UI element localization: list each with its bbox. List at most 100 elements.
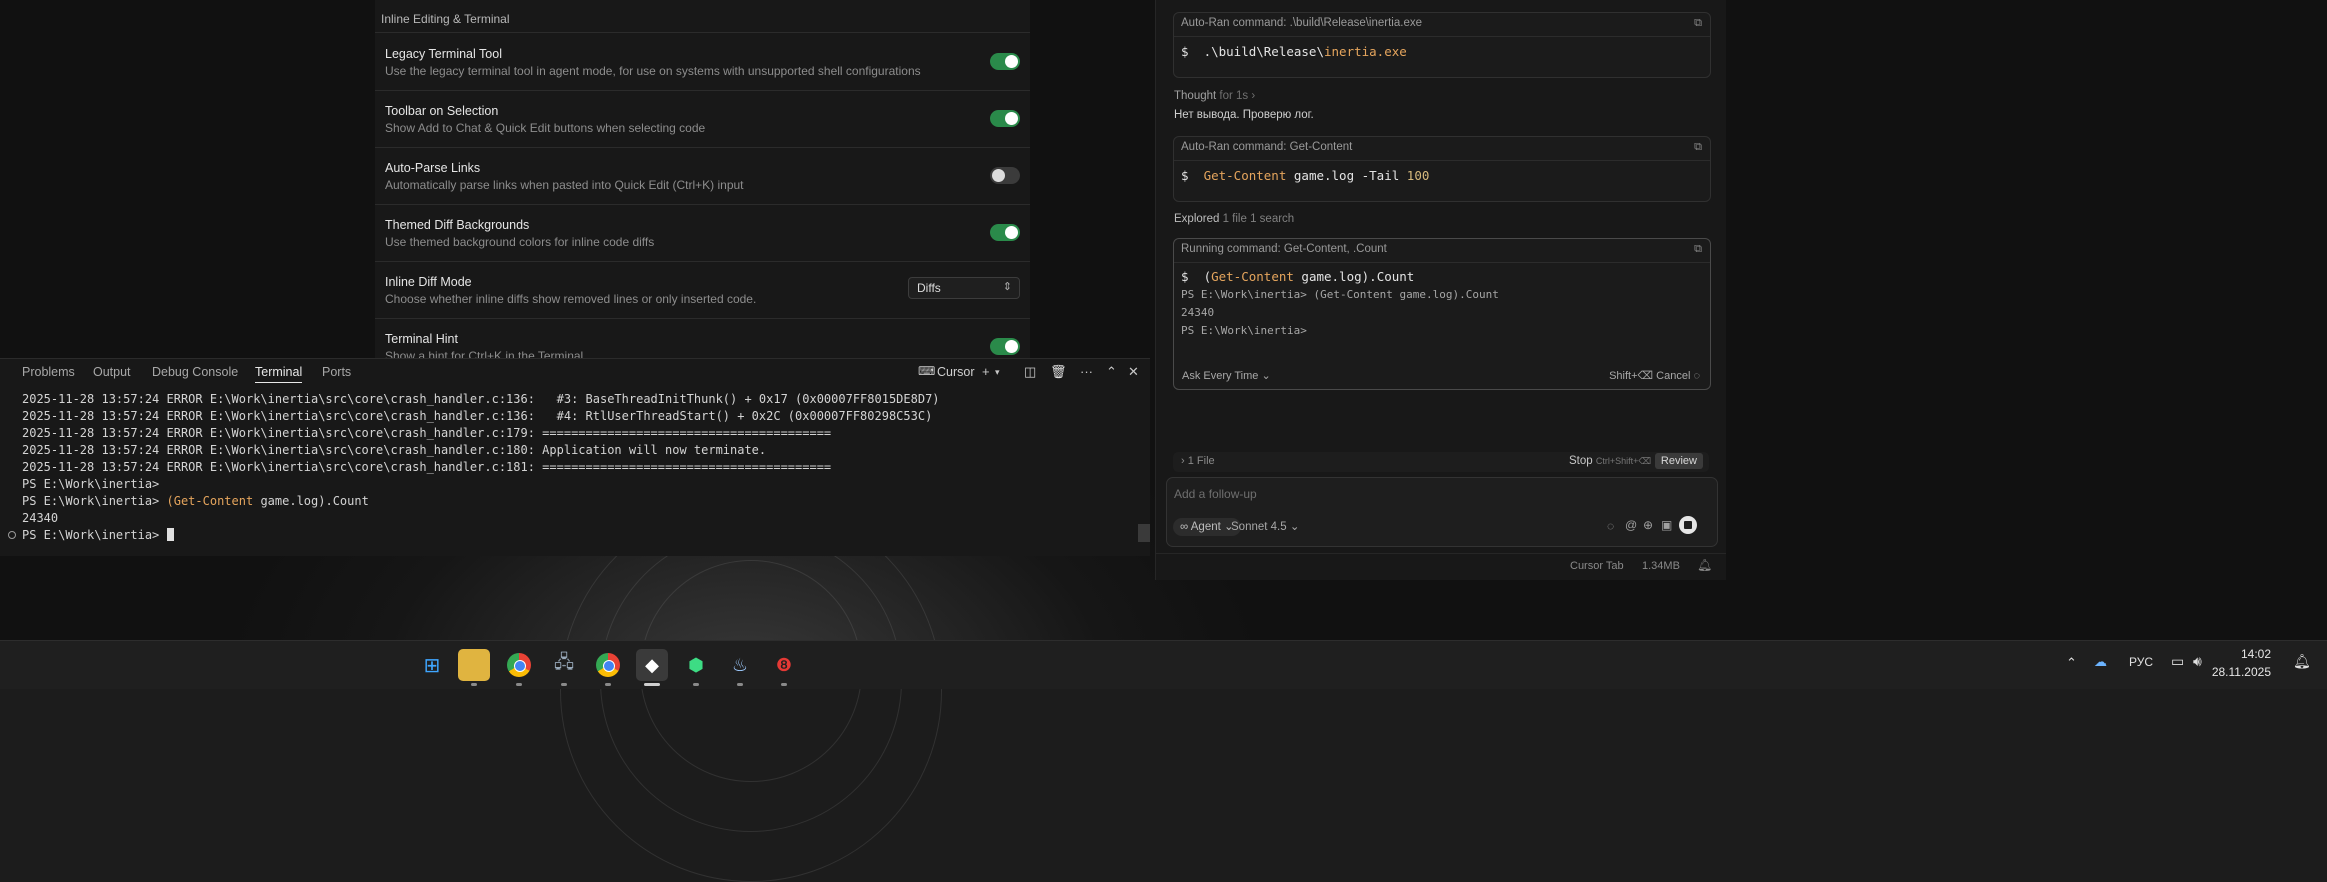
- network-app-icon[interactable]: 🖧: [548, 649, 580, 686]
- toolbar-selection-toggle[interactable]: [990, 110, 1020, 127]
- setting-title: Legacy Terminal Tool: [385, 47, 502, 61]
- expand-icon[interactable]: ⧉: [1694, 17, 1702, 30]
- terminal-shell-icon[interactable]: ⌨: [918, 364, 935, 378]
- model-dropdown[interactable]: Sonnet 4.5 ⌄: [1231, 518, 1299, 536]
- language-indicator[interactable]: РУС: [2129, 655, 2153, 669]
- command-status-circle-icon: [8, 531, 16, 539]
- cursor-app-icon[interactable]: ◆: [636, 649, 668, 686]
- terminal-line: 2025-11-28 13:57:24 ERROR E:\Work\inerti…: [22, 443, 767, 457]
- tab-output[interactable]: Output: [93, 365, 131, 379]
- terminal-input-line[interactable]: PS E:\Work\inertia>: [22, 528, 174, 542]
- steam-icon[interactable]: ♨: [724, 649, 756, 686]
- cancel-button[interactable]: Shift+⌫ Cancel ◌: [1609, 369, 1700, 382]
- chevron-right-icon: ›: [1251, 90, 1256, 102]
- terminal-command-line: PS E:\Work\inertia> (Get-Content game.lo…: [22, 494, 369, 508]
- command-card: Auto-Ran command: .\build\Release\inerti…: [1173, 12, 1711, 78]
- setting-auto-parse-links: Auto-Parse Links Automatically parse lin…: [375, 147, 1030, 205]
- stop-button[interactable]: Stop Ctrl+Shift+⌫: [1569, 455, 1651, 467]
- setting-legacy-terminal: Legacy Terminal Tool Use the legacy term…: [375, 33, 1030, 91]
- tab-debug-console[interactable]: Debug Console: [152, 365, 238, 379]
- setting-terminal-hint: Terminal Hint Show a hint for Ctrl+K in …: [375, 318, 1030, 358]
- bell-icon[interactable]: 🔔︎: [1697, 558, 1712, 572]
- legacy-terminal-toggle[interactable]: [990, 53, 1020, 70]
- monitor-icon[interactable]: ▭: [2171, 653, 2184, 670]
- auto-parse-links-toggle[interactable]: [990, 167, 1020, 184]
- select-value: Diffs: [917, 281, 941, 295]
- new-terminal-icon[interactable]: +: [982, 364, 990, 379]
- command-card-header: Auto-Ran command: .\build\Release\inerti…: [1174, 13, 1710, 37]
- setting-toolbar-selection: Toolbar on Selection Show Add to Chat & …: [375, 90, 1030, 148]
- setting-themed-diff: Themed Diff Backgrounds Use themed backg…: [375, 204, 1030, 262]
- command-text: $ .\build\Release\inertia.exe: [1181, 44, 1407, 59]
- command-card-header: Auto-Ran command: Get-Content ⧉: [1174, 137, 1710, 161]
- followup-input[interactable]: Add a follow-up: [1174, 487, 1257, 501]
- tab-ports[interactable]: Ports: [322, 365, 351, 379]
- stop-generation-button[interactable]: [1679, 516, 1697, 534]
- split-terminal-icon[interactable]: ◫: [1024, 364, 1036, 380]
- inline-diff-mode-select[interactable]: Diffs ⇕: [908, 277, 1020, 299]
- volume-icon[interactable]: 🔊︎: [2193, 653, 2202, 670]
- expand-icon[interactable]: ⧉: [1694, 141, 1702, 154]
- command-card: Auto-Ran command: Get-Content ⧉ $ Get-Con…: [1173, 136, 1711, 202]
- files-bar: › 1 File Stop Ctrl+Shift+⌫ Review: [1173, 452, 1709, 472]
- setting-desc: Choose whether inline diffs show removed…: [385, 292, 757, 306]
- tab-terminal[interactable]: Terminal: [255, 365, 303, 383]
- image-icon[interactable]: ▣: [1661, 518, 1672, 532]
- chevron-up-icon[interactable]: ⌃: [2066, 655, 2077, 671]
- terminal-line: 2025-11-28 13:57:24 ERROR E:\Work\inerti…: [22, 392, 940, 406]
- explored-line[interactable]: Explored 1 file 1 search: [1174, 213, 1294, 225]
- close-icon[interactable]: ✕: [1128, 364, 1139, 380]
- setting-title: Terminal Hint: [385, 332, 458, 346]
- cursor: [166, 528, 174, 541]
- command-output-line: PS E:\Work\inertia>: [1181, 324, 1307, 337]
- chrome-profile-icon[interactable]: [592, 649, 624, 686]
- terminal-line: 2025-11-28 13:57:24 ERROR E:\Work\inerti…: [22, 460, 832, 474]
- command-text: $ (Get-Content game.log).Count: [1181, 269, 1415, 284]
- terminal-line: PS E:\Work\inertia>: [22, 477, 160, 491]
- thought-line[interactable]: Thought for 1s ›: [1174, 90, 1255, 102]
- ask-every-time-dropdown[interactable]: Ask Every Time ⌄: [1182, 369, 1271, 382]
- more-icon[interactable]: ···: [1080, 364, 1093, 379]
- chevron-down-icon: ⌄: [1261, 370, 1271, 382]
- expand-icon[interactable]: ⧉: [1694, 243, 1702, 256]
- hex-app-icon[interactable]: ⬢: [680, 649, 712, 686]
- prompt: PS E:\Work\inertia>: [22, 528, 167, 542]
- start-windows-icon[interactable]: ⊞: [416, 649, 448, 681]
- chevron-down-icon[interactable]: ▾: [995, 367, 1000, 378]
- files-toggle[interactable]: › 1 File: [1181, 455, 1215, 467]
- setting-inline-diff-mode: Inline Diff Mode Choose whether inline d…: [375, 261, 1030, 319]
- setting-desc: Show a hint for Ctrl+K in the Terminal: [385, 349, 584, 358]
- themed-diff-toggle[interactable]: [990, 224, 1020, 241]
- setting-title: Inline Diff Mode: [385, 275, 472, 289]
- keyword: Get-Content: [173, 494, 254, 508]
- spinner-icon: ◌: [1607, 519, 1615, 533]
- globe-icon[interactable]: ⊕: [1643, 518, 1653, 532]
- file-explorer-icon[interactable]: [458, 649, 490, 686]
- terminal-shell-label[interactable]: Cursor: [937, 365, 975, 379]
- maximize-panel-icon[interactable]: ⌃: [1106, 364, 1117, 380]
- setting-desc: Use themed background colors for inline …: [385, 235, 655, 249]
- taskbar: ⊞ 🖧 ◆ ⬢ ♨ ❽ ⌃ ☁ РУС ▭ 🔊︎ 14:02 28.11.202…: [0, 640, 2327, 689]
- trash-icon[interactable]: 🗑: [1050, 364, 1067, 380]
- stop-icon: [1684, 521, 1692, 529]
- wallpaper-ring: [560, 500, 942, 882]
- onedrive-icon[interactable]: ☁: [2094, 654, 2107, 670]
- chrome-icon[interactable]: [503, 649, 535, 686]
- status-cursor-tab[interactable]: Cursor Tab: [1570, 560, 1624, 572]
- command-card-header: Running command: Get-Content, .Count ⧉: [1174, 239, 1710, 263]
- terminal-hint-toggle[interactable]: [990, 338, 1020, 355]
- status-memory: 1.34MB: [1642, 560, 1680, 572]
- terminal-result: 24340: [22, 511, 59, 525]
- clock-date[interactable]: 28.11.2025: [2211, 665, 2271, 679]
- scrollbar[interactable]: [1138, 524, 1150, 542]
- section-title: Inline Editing & Terminal: [381, 12, 510, 26]
- chevron-updown-icon: ⇕: [1002, 281, 1012, 293]
- paren: (: [166, 494, 174, 508]
- red-app-icon[interactable]: ❽: [768, 649, 800, 686]
- mention-icon[interactable]: @: [1625, 518, 1637, 532]
- review-button[interactable]: Review: [1654, 453, 1703, 469]
- notification-bell-icon[interactable]: 🔔︎: [2293, 653, 2311, 670]
- tab-problems[interactable]: Problems: [22, 365, 75, 379]
- setting-desc: Use the legacy terminal tool in agent mo…: [385, 64, 921, 78]
- clock-time[interactable]: 14:02: [2225, 647, 2271, 661]
